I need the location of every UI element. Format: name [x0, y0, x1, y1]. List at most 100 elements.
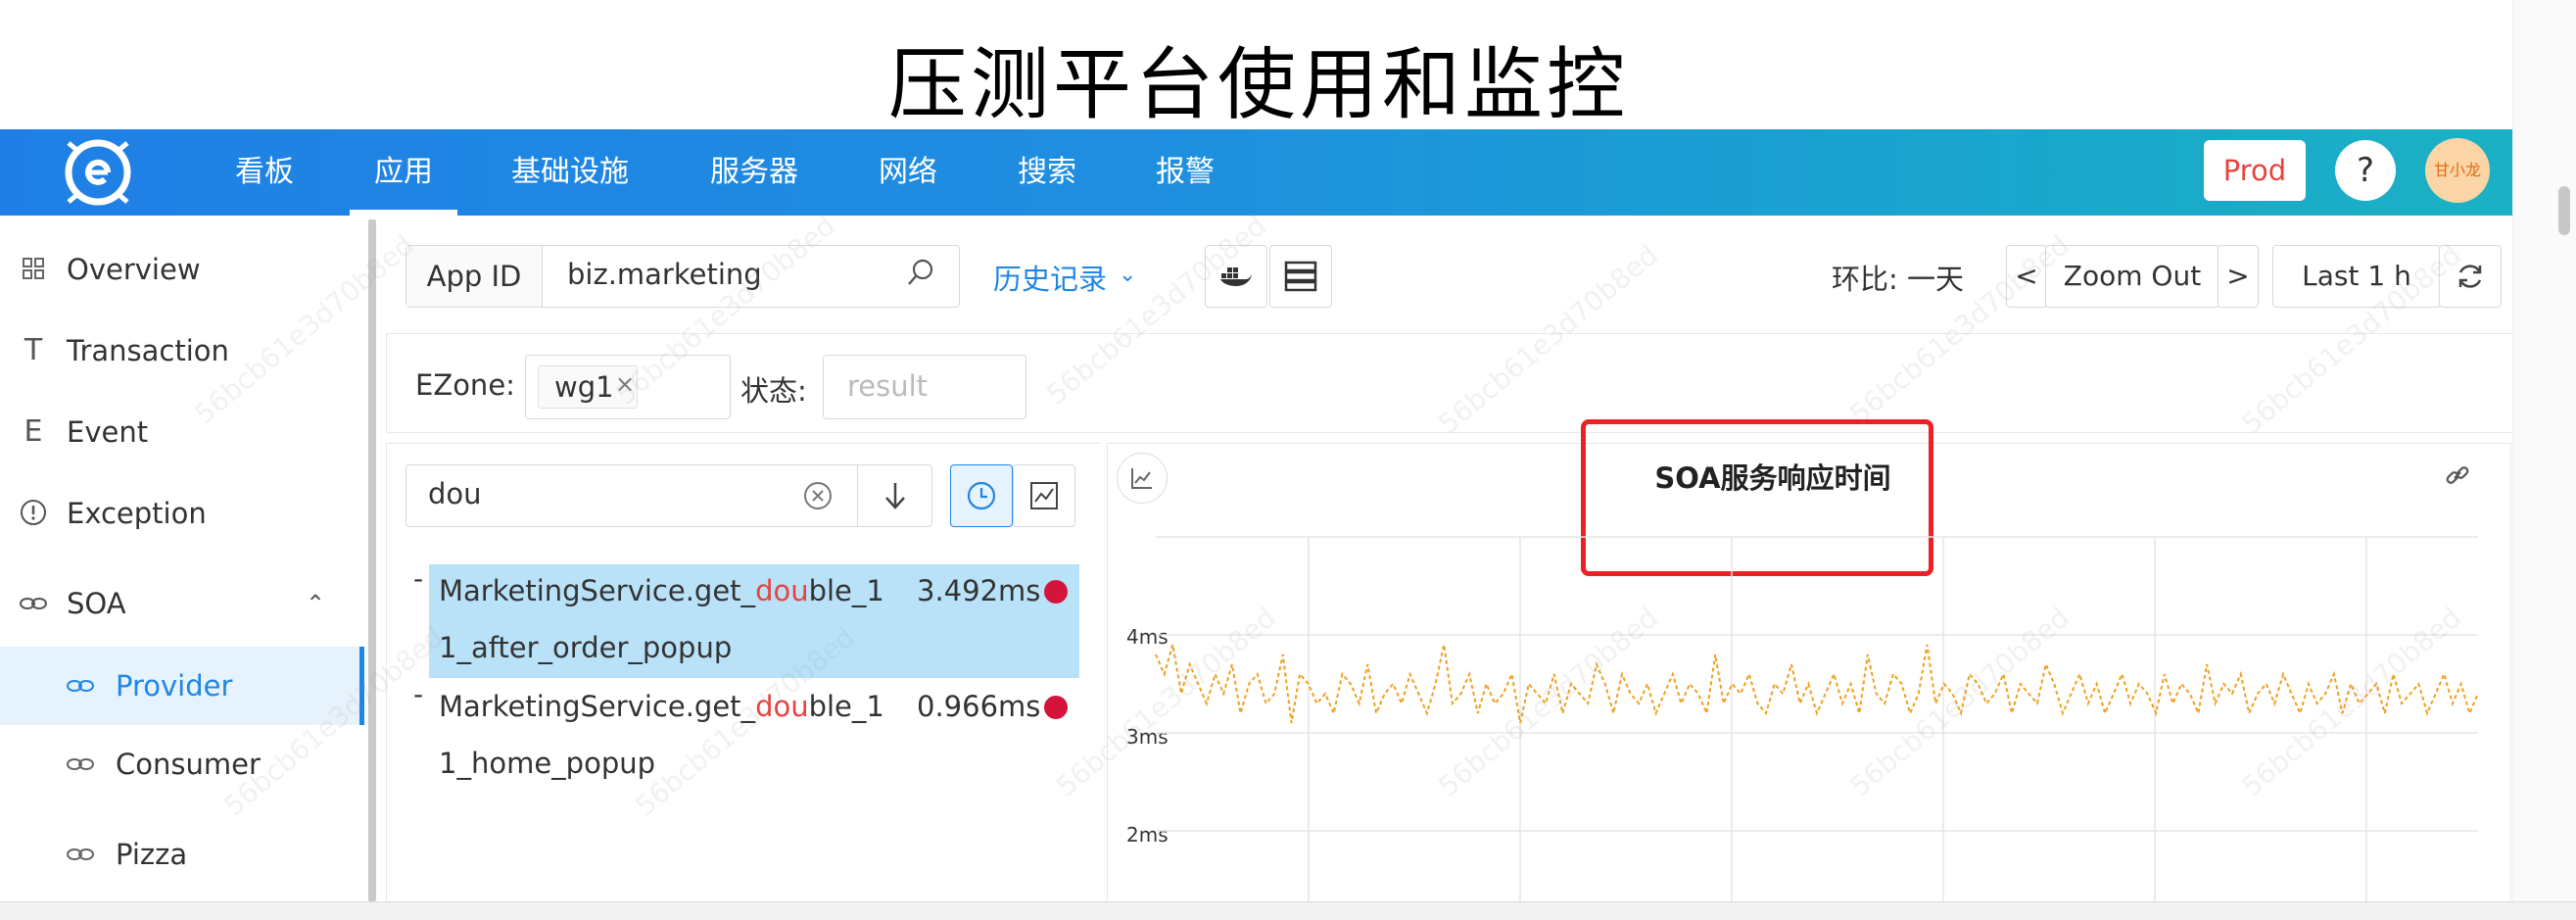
service-name-line2: 1_after_order_popup	[439, 631, 733, 664]
tree-dash: -	[413, 562, 424, 595]
trend-sort-button[interactable]	[1013, 464, 1075, 527]
zoom-prev-button[interactable]: <	[2006, 245, 2047, 308]
link-icon	[65, 820, 96, 890]
bottom-status-strip	[0, 901, 2576, 920]
sidebar-item-soa[interactable]: SOA ⌃	[0, 569, 364, 638]
zoom-next-button[interactable]: >	[2218, 245, 2259, 308]
clear-icon[interactable]	[802, 480, 834, 515]
time-sort-button[interactable]	[950, 464, 1013, 527]
t-icon: T	[24, 333, 43, 367]
ezone-label: EZone:	[415, 368, 515, 402]
search-icon[interactable]	[906, 258, 935, 291]
trend-chart-icon	[1030, 482, 1058, 509]
refresh-icon	[2458, 265, 2482, 288]
window-scrollbar-thumb[interactable]	[2558, 186, 2570, 235]
top-nav-bar: 看板 应用 基础设施 服务器 网络 搜索 报警 Prod ? 甘小龙	[0, 129, 2512, 216]
service-search-group: dou	[405, 464, 932, 527]
response-time-chart[interactable]	[1126, 529, 2498, 901]
sidebar-scrollbar[interactable]	[368, 219, 376, 901]
link-icon	[18, 569, 49, 639]
chevron-down-icon: ⌄	[1119, 263, 1137, 287]
service-search-input[interactable]: dou	[428, 477, 482, 510]
nav-dashboard[interactable]: 看板	[230, 129, 299, 216]
link-icon	[65, 730, 96, 799]
server-icon	[1284, 261, 1317, 292]
nav-servers[interactable]: 服务器	[707, 129, 801, 216]
ezone-tag-label: wg1	[554, 370, 614, 404]
sidebar-item-pizza[interactable]: Pizza	[0, 820, 364, 889]
app-logo-icon[interactable]	[51, 135, 145, 210]
arrow-down-icon	[885, 483, 905, 509]
history-dropdown[interactable]: 历史记录	[993, 257, 1107, 298]
app-id-input-group: App ID biz.marketing	[405, 245, 960, 308]
sidebar-item-label: Exception	[67, 497, 207, 530]
alert-circle-icon	[18, 479, 49, 552]
list-item[interactable]: - MarketingService.get_double_1 1_after_o…	[404, 562, 1079, 680]
server-list-button[interactable]	[1269, 245, 1332, 308]
service-name-match: dou	[755, 690, 809, 723]
user-avatar[interactable]: 甘小龙	[2425, 138, 2490, 203]
service-name-prefix: MarketingService.get_	[439, 690, 756, 723]
sidebar-item-label: Consumer	[116, 748, 261, 781]
sidebar-item-label: Event	[67, 415, 149, 449]
line-chart-icon	[1131, 468, 1152, 489]
ezone-select[interactable]: wg1 ×	[525, 355, 731, 419]
help-button[interactable]: ?	[2335, 140, 2396, 201]
grid-icon	[18, 235, 49, 306]
sidebar-item-overview[interactable]: Overview	[0, 235, 364, 304]
tree-dash: -	[413, 678, 424, 710]
nav-search[interactable]: 搜索	[1016, 129, 1078, 216]
sidebar-item-label: SOA	[67, 587, 126, 620]
sidebar-item-provider[interactable]: Provider	[0, 647, 364, 725]
sidebar-item-exception[interactable]: Exception	[0, 479, 364, 548]
list-item[interactable]: - MarketingService.get_double_1 1_home_po…	[404, 678, 1079, 796]
sidebar-item-label: Provider	[116, 669, 233, 702]
sidebar-item-event[interactable]: E Event	[0, 398, 364, 466]
response-time: 3.492ms	[917, 574, 1041, 607]
status-label: 状态:	[740, 374, 807, 408]
refresh-button[interactable]	[2439, 245, 2502, 308]
close-icon[interactable]: ×	[615, 370, 635, 398]
service-name-suffix: ble_1	[808, 574, 884, 607]
chart-type-button[interactable]	[1117, 453, 1168, 504]
e-icon: E	[24, 414, 43, 449]
sidebar-item-transaction[interactable]: T Transaction	[0, 316, 364, 385]
service-name-prefix: MarketingService.get_	[439, 574, 756, 607]
chart-grid	[1156, 536, 2478, 901]
sort-down-button[interactable]	[857, 465, 932, 526]
sidebar-item-label: Pizza	[116, 838, 188, 871]
time-range-select[interactable]: Last 1 h	[2272, 245, 2441, 308]
docker-button[interactable]	[1205, 245, 1267, 308]
response-time: 0.966ms	[917, 690, 1041, 723]
sidebar-item-consumer[interactable]: Consumer	[0, 730, 364, 799]
ezone-tag: wg1 ×	[538, 365, 638, 409]
link-icon[interactable]	[2443, 460, 2472, 494]
status-placeholder: result	[847, 369, 929, 403]
clock-icon	[967, 481, 996, 510]
zoom-out-button[interactable]: Zoom Out	[2045, 245, 2219, 308]
sidebar-item-label: Overview	[67, 253, 201, 286]
response-time-series-line	[1155, 644, 2479, 724]
nav-alerts[interactable]: 报警	[1154, 129, 1216, 216]
service-name-suffix: ble_1	[808, 690, 884, 723]
app-id-label: App ID	[406, 246, 543, 307]
service-name-match: dou	[755, 574, 809, 607]
slide-title: 压测平台使用和监控	[888, 39, 1629, 130]
window-scrollbar-track	[2512, 0, 2576, 919]
service-name: MarketingService.get_double_1 1_after_ord…	[439, 562, 909, 676]
status-dot	[1044, 580, 1068, 604]
service-name: MarketingService.get_double_1 1_home_popu…	[439, 678, 909, 792]
nav-infrastructure[interactable]: 基础设施	[511, 129, 629, 216]
status-input[interactable]: result	[823, 355, 1026, 419]
sidebar: Overview T Transaction E Event Exception…	[0, 216, 364, 901]
env-prod-button[interactable]: Prod	[2204, 140, 2306, 201]
app-id-input[interactable]: biz.marketing	[567, 258, 762, 291]
sidebar-item-label: Transaction	[67, 334, 229, 367]
nav-application[interactable]: 应用	[350, 129, 457, 216]
chevron-up-icon[interactable]: ⌃	[306, 569, 325, 638]
docker-icon	[1220, 267, 1252, 286]
link-icon	[65, 647, 96, 726]
nav-network[interactable]: 网络	[877, 129, 939, 216]
compare-label[interactable]: 环比: 一天	[1832, 257, 1964, 298]
status-dot	[1044, 696, 1068, 719]
